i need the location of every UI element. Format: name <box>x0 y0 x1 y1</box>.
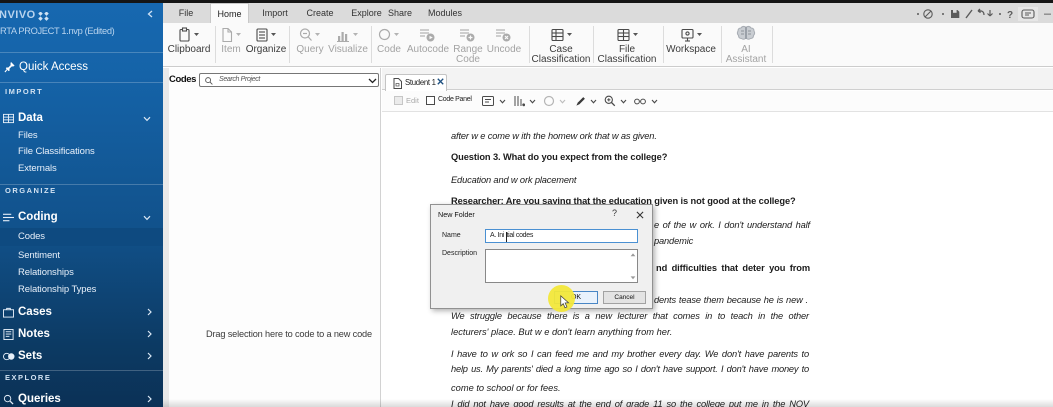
svg-text:?: ? <box>1007 10 1013 21</box>
